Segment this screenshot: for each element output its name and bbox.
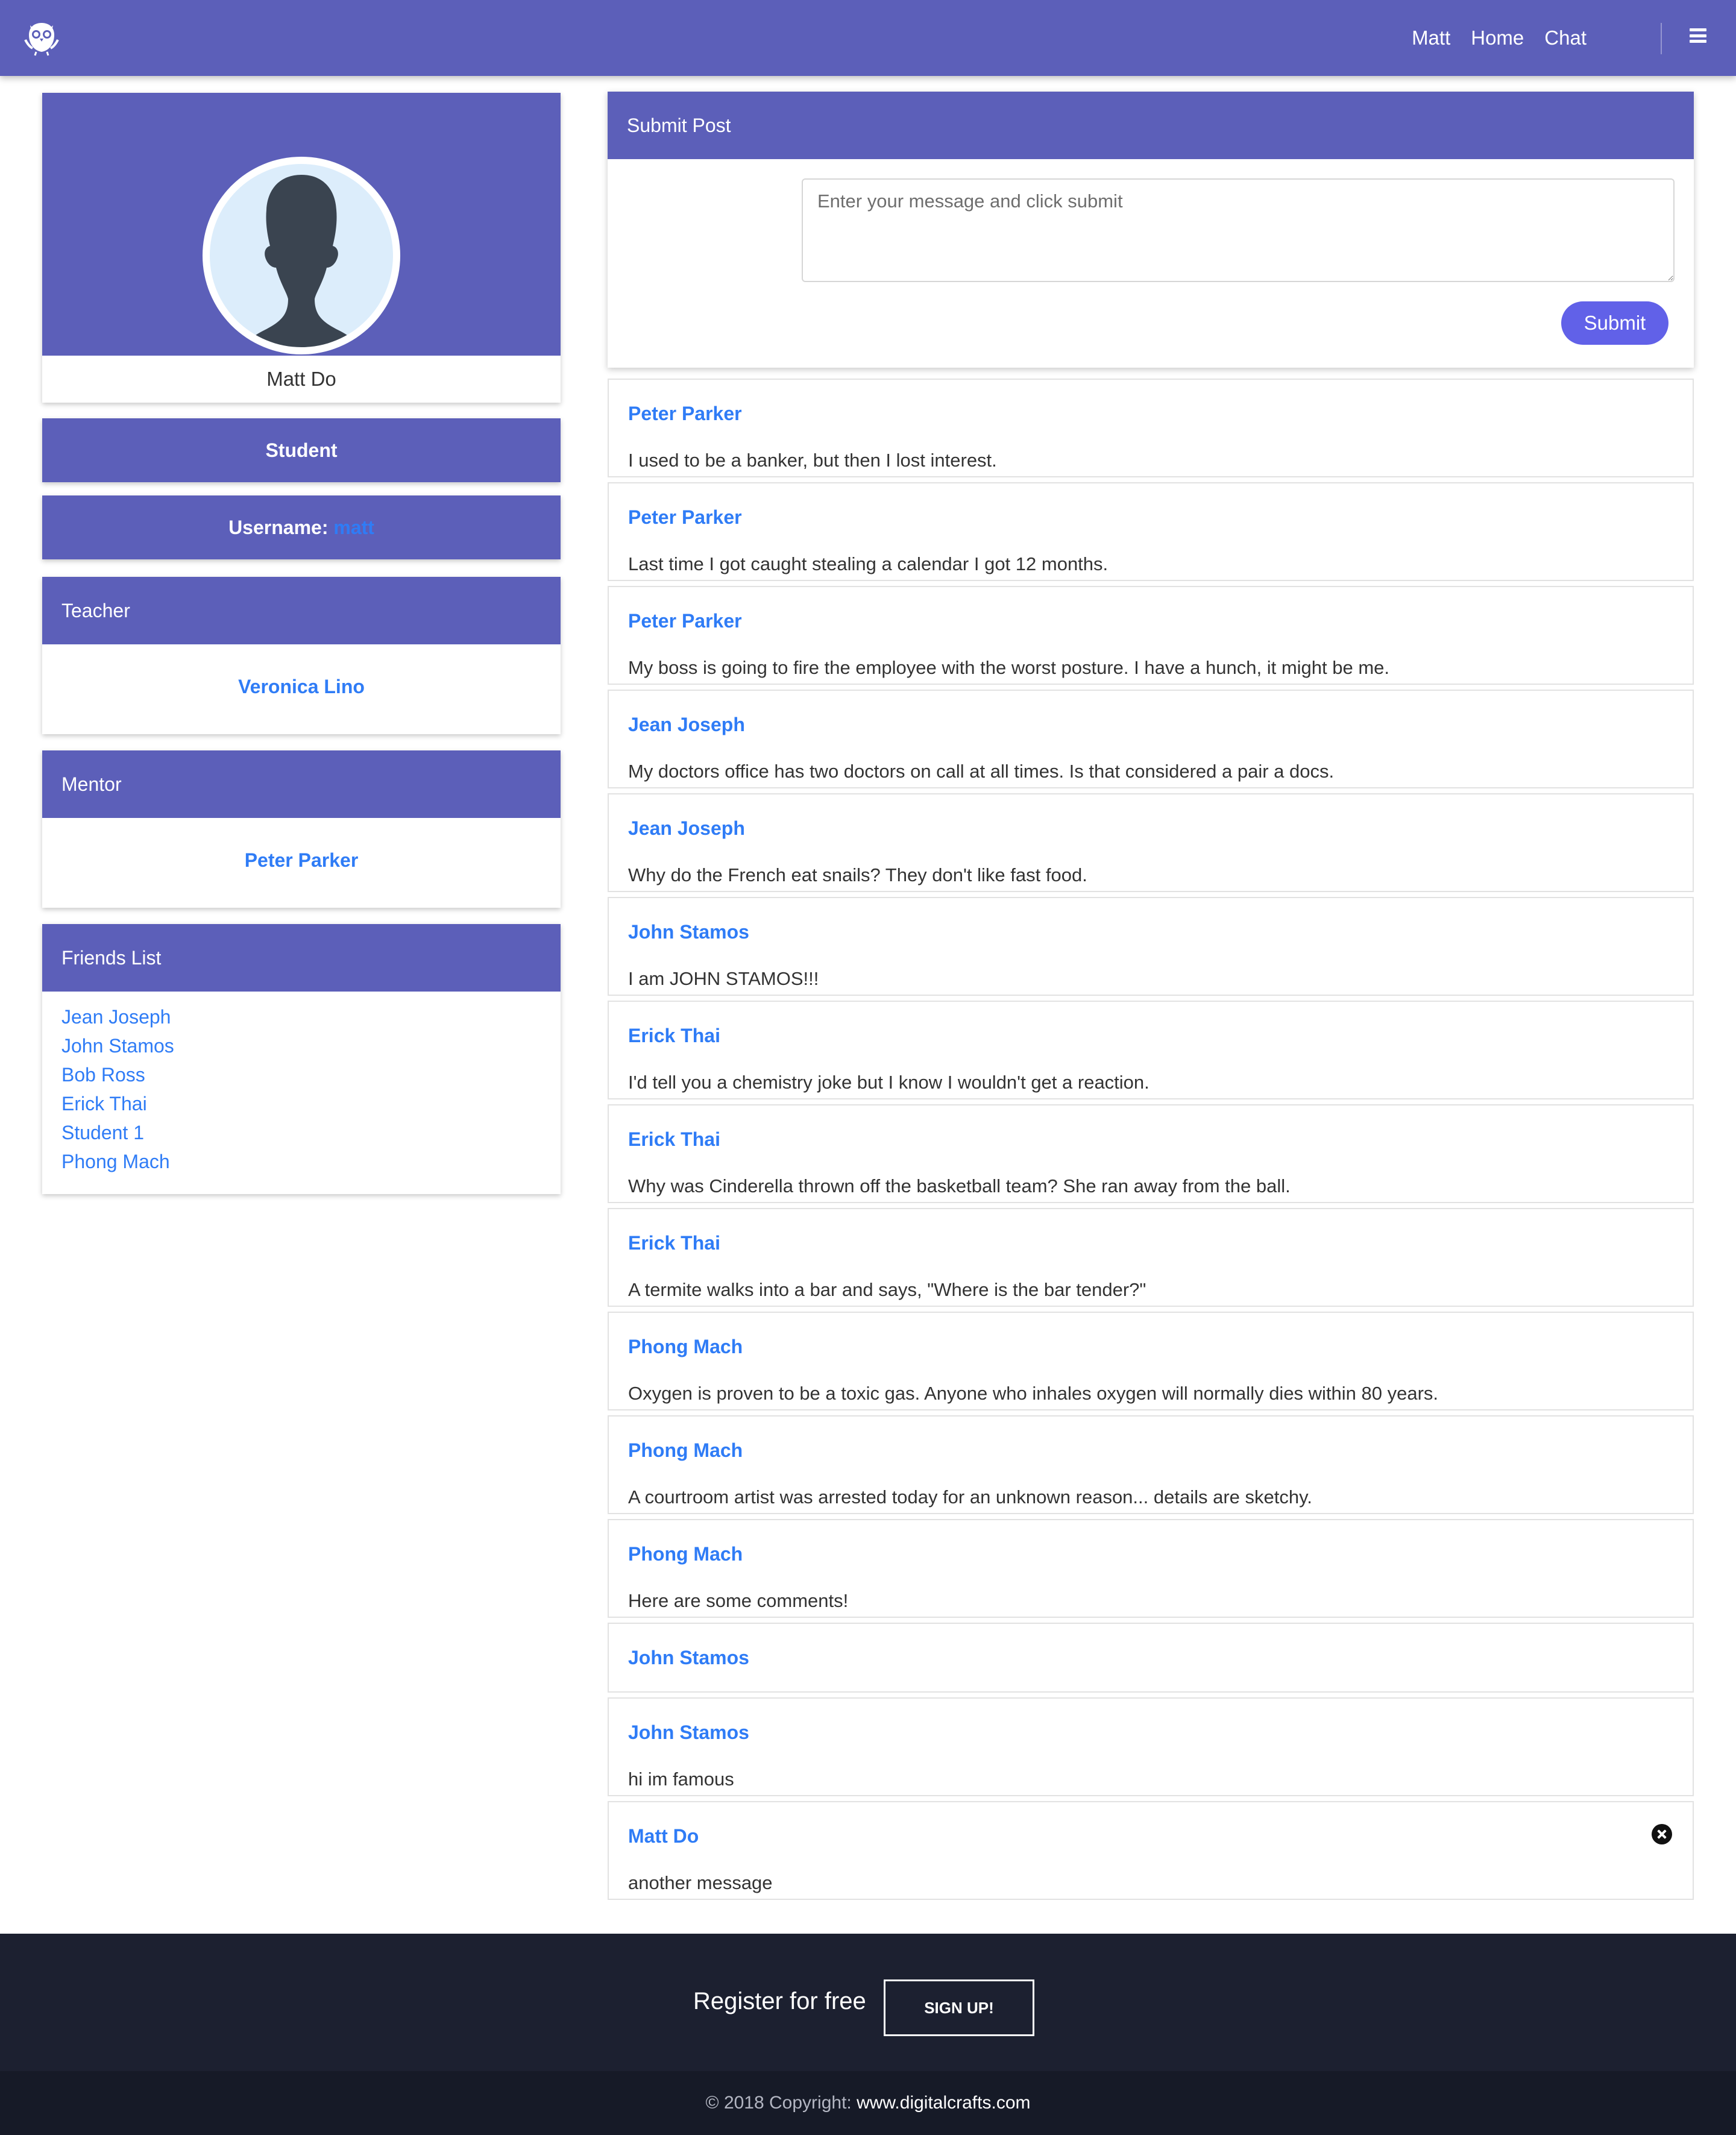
post-author[interactable]: Phong Mach	[628, 1543, 743, 1565]
mentor-link[interactable]: Peter Parker	[42, 849, 561, 872]
top-navbar: Matt Home Chat	[0, 0, 1736, 76]
friend-link[interactable]: Bob Ross	[61, 1064, 145, 1086]
submit-post-card: Submit Post Submit	[608, 92, 1694, 368]
menu-bar	[1690, 34, 1706, 37]
post-item: Jean Joseph My doctors office has two do…	[608, 690, 1694, 788]
profile-banner	[42, 93, 561, 356]
copyright-link[interactable]: www.digitalcrafts.com	[857, 2093, 1030, 2113]
post-item: Peter Parker My boss is going to fire th…	[608, 586, 1694, 685]
post-author[interactable]: Peter Parker	[628, 506, 742, 529]
post-author[interactable]: Peter Parker	[628, 403, 742, 425]
avatar	[203, 157, 400, 354]
post-author[interactable]: Erick Thai	[628, 1232, 720, 1254]
post-author[interactable]: John Stamos	[628, 1647, 749, 1669]
post-item: Peter Parker Last time I got caught stea…	[608, 482, 1694, 581]
teacher-heading: Teacher	[42, 577, 561, 644]
post-text: Why do the French eat snails? They don't…	[628, 864, 1087, 885]
post-text: I am JOHN STAMOS!!!	[628, 968, 819, 989]
person-silhouette-icon	[244, 175, 359, 347]
post-text: I used to be a banker, but then I lost i…	[628, 450, 997, 471]
friends-heading: Friends List	[42, 924, 561, 992]
message-input[interactable]	[802, 178, 1675, 282]
post-text: hi im famous	[628, 1769, 734, 1790]
teacher-card: Teacher Veronica Lino	[42, 577, 561, 734]
footer-register: Register for free SIGN UP!	[0, 1934, 1736, 2071]
friend-link[interactable]: Jean Joseph	[61, 1006, 171, 1028]
list-item: Jean Joseph	[61, 1002, 561, 1031]
teacher-link[interactable]: Veronica Lino	[42, 676, 561, 698]
username-card: Username: matt	[42, 495, 561, 559]
post-author[interactable]: Jean Joseph	[628, 817, 745, 840]
post-item: John Stamos I am JOHN STAMOS!!!	[608, 897, 1694, 996]
post-author[interactable]: Matt Do	[628, 1825, 699, 1847]
nav-divider	[1661, 23, 1662, 54]
submit-button[interactable]: Submit	[1561, 301, 1668, 345]
post-author[interactable]: Phong Mach	[628, 1336, 743, 1358]
post-author[interactable]: John Stamos	[628, 921, 749, 943]
owl-logo-icon[interactable]	[22, 18, 61, 58]
post-item: John Stamos	[608, 1623, 1694, 1693]
post-item: Matt Do another message	[608, 1801, 1694, 1900]
friend-link[interactable]: Phong Mach	[61, 1151, 170, 1172]
post-author[interactable]: John Stamos	[628, 1722, 749, 1744]
list-item: Erick Thai	[61, 1089, 561, 1118]
post-text: Oxygen is proven to be a toxic gas. Anyo…	[628, 1383, 1439, 1404]
menu-bar	[1690, 40, 1706, 43]
profile-card: Matt Do	[42, 93, 561, 403]
post-text: A termite walks into a bar and says, "Wh…	[628, 1279, 1146, 1300]
post-text: Last time I got caught stealing a calend…	[628, 553, 1109, 574]
post-text: My boss is going to fire the employee wi…	[628, 657, 1390, 678]
post-text: another message	[628, 1872, 773, 1893]
username-row: Username: matt	[42, 495, 561, 559]
username-label: Username:	[228, 517, 329, 538]
list-item: Phong Mach	[61, 1147, 561, 1176]
post-author[interactable]: Jean Joseph	[628, 714, 745, 736]
role-card: Student	[42, 418, 561, 482]
submit-post-heading: Submit Post	[608, 92, 1694, 159]
friend-link[interactable]: Student 1	[61, 1122, 144, 1143]
role-label: Student	[42, 418, 561, 482]
nav-link-profile[interactable]: Matt	[1412, 24, 1450, 52]
post-text: My doctors office has two doctors on cal…	[628, 761, 1335, 782]
post-item: Phong Mach Oxygen is proven to be a toxi…	[608, 1312, 1694, 1410]
copyright-text: © 2018 Copyright:	[705, 2093, 857, 2113]
avatar-background	[210, 164, 393, 347]
list-item: John Stamos	[61, 1031, 561, 1060]
post-item: Erick Thai A termite walks into a bar an…	[608, 1208, 1694, 1307]
username-link[interactable]: matt	[333, 517, 374, 538]
friend-link[interactable]: Erick Thai	[61, 1093, 147, 1115]
list-item: Student 1	[61, 1118, 561, 1147]
register-text: Register for free	[693, 1988, 866, 2014]
friends-card: Friends List Jean Joseph John Stamos Bob…	[42, 924, 561, 1194]
nav-link-chat[interactable]: Chat	[1544, 24, 1587, 52]
mentor-heading: Mentor	[42, 750, 561, 818]
close-circle-icon[interactable]	[1652, 1824, 1672, 1844]
post-text: I'd tell you a chemistry joke but I know…	[628, 1072, 1149, 1093]
post-item: Phong Mach A courtroom artist was arrest…	[608, 1415, 1694, 1514]
list-item: Bob Ross	[61, 1060, 561, 1089]
menu-bar	[1690, 28, 1706, 31]
post-author[interactable]: Erick Thai	[628, 1128, 720, 1151]
post-item: John Stamos hi im famous	[608, 1697, 1694, 1796]
post-item: Phong Mach Here are some comments!	[608, 1519, 1694, 1618]
post-text: Why was Cinderella thrown off the basket…	[628, 1175, 1291, 1196]
post-item: Erick Thai I'd tell you a chemistry joke…	[608, 1001, 1694, 1099]
post-item: Jean Joseph Why do the French eat snails…	[608, 793, 1694, 892]
signup-button[interactable]: SIGN UP!	[884, 1979, 1034, 2036]
post-text: Here are some comments!	[628, 1590, 849, 1611]
friend-link[interactable]: John Stamos	[61, 1035, 174, 1057]
profile-name: Matt Do	[266, 368, 336, 390]
post-item: Peter Parker I used to be a banker, but …	[608, 379, 1694, 477]
post-author[interactable]: Erick Thai	[628, 1025, 720, 1047]
friends-list: Jean Joseph John Stamos Bob Ross Erick T…	[42, 992, 561, 1176]
nav-links: Matt Home Chat	[1412, 24, 1587, 52]
mentor-card: Mentor Peter Parker	[42, 750, 561, 908]
hamburger-menu-icon[interactable]	[1690, 28, 1706, 43]
nav-link-home[interactable]: Home	[1471, 24, 1524, 52]
post-author[interactable]: Phong Mach	[628, 1439, 743, 1462]
post-text: A courtroom artist was arrested today fo…	[628, 1486, 1312, 1508]
post-item: Erick Thai Why was Cinderella thrown off…	[608, 1104, 1694, 1203]
post-author[interactable]: Peter Parker	[628, 610, 742, 632]
footer-copyright: © 2018 Copyright: www.digitalcrafts.com	[0, 2071, 1736, 2135]
